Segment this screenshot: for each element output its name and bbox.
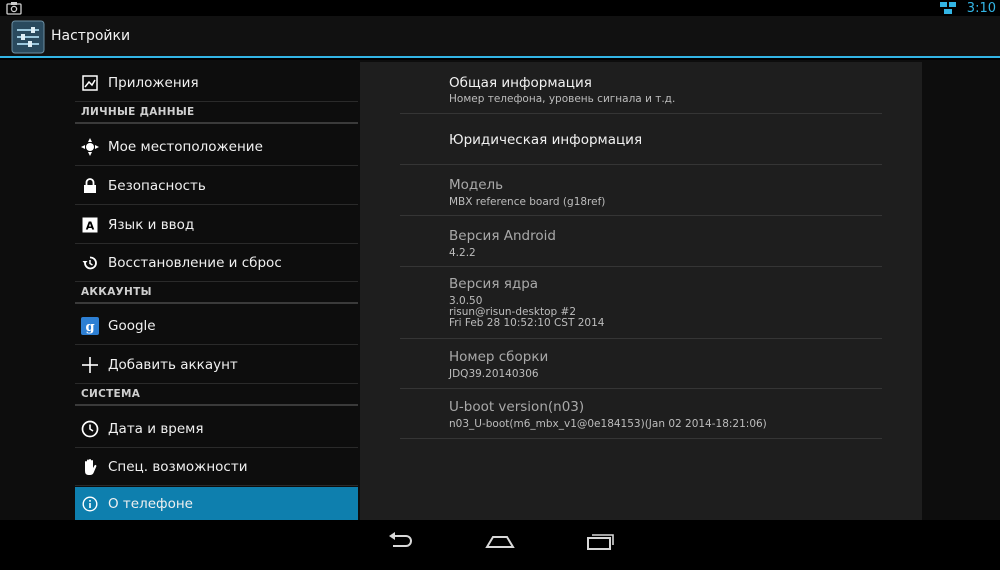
sidebar-item-label: Безопасность xyxy=(108,177,206,194)
back-button[interactable] xyxy=(385,530,415,552)
svg-text:A: A xyxy=(86,220,95,233)
row-title: Номер сборки xyxy=(449,349,549,365)
legal-info-item[interactable]: Юридическая информация xyxy=(400,114,882,165)
restore-icon xyxy=(81,254,99,272)
status-bar: 3:10 xyxy=(0,0,1000,16)
about-phone-panel: Общая информация Номер телефона, уровень… xyxy=(360,62,922,520)
row-title: Юридическая информация xyxy=(449,132,643,148)
row-title: Версия ядра xyxy=(449,276,539,292)
action-bar: Настройки xyxy=(0,16,1000,58)
row-subtitle: Fri Feb 28 10:52:10 CST 2014 xyxy=(449,317,605,329)
sidebar-item-about-phone[interactable]: О телефоне xyxy=(75,487,358,520)
sidebar-item-label: Мое местоположение xyxy=(108,138,263,155)
settings-sliders-icon[interactable] xyxy=(11,20,45,54)
row-subtitle: 4.2.2 xyxy=(449,247,476,259)
sidebar-item-backup-reset[interactable]: Восстановление и сброс xyxy=(75,244,358,282)
row-title: U-boot version(n03) xyxy=(449,399,585,415)
sidebar-item-label: Дата и время xyxy=(108,420,204,437)
row-title: Версия Android xyxy=(449,228,556,244)
plus-icon xyxy=(81,356,99,374)
sidebar-item-label: О телефоне xyxy=(108,495,193,512)
sidebar-item-label: Приложения xyxy=(108,74,199,91)
home-button[interactable] xyxy=(485,530,515,552)
hand-icon xyxy=(81,458,99,476)
sidebar-item-date-time[interactable]: Дата и время xyxy=(75,410,358,448)
svg-text:g: g xyxy=(85,320,94,335)
info-icon xyxy=(81,495,99,513)
status-info-item[interactable]: Общая информация Номер телефона, уровень… xyxy=(400,62,882,114)
row-subtitle: n03_U-boot(m6_mbx_v1@0e184153)(Jan 02 20… xyxy=(449,418,767,430)
sidebar-item-google[interactable]: g Google xyxy=(75,307,358,345)
network-icon xyxy=(939,2,956,14)
row-title: Модель xyxy=(449,177,504,193)
sidebar-item-language[interactable]: A Язык и ввод xyxy=(75,206,358,244)
lock-icon xyxy=(81,177,99,195)
settings-sidebar: Приложения ЛИЧНЫЕ ДАННЫЕ Мое местоположе… xyxy=(75,60,358,520)
row-subtitle: JDQ39.20140306 xyxy=(449,368,539,380)
settings-content: Приложения ЛИЧНЫЕ ДАННЫЕ Мое местоположе… xyxy=(0,60,1000,520)
sidebar-item-security[interactable]: Безопасность xyxy=(75,167,358,205)
location-icon xyxy=(81,138,99,156)
section-header-system: СИСТЕМА xyxy=(75,384,358,406)
screenshot-icon xyxy=(6,2,22,15)
sidebar-item-apps[interactable]: Приложения xyxy=(75,64,358,102)
sidebar-item-label: Восстановление и сброс xyxy=(108,254,282,271)
clock-icon xyxy=(81,420,99,438)
status-clock: 3:10 xyxy=(966,0,996,16)
section-header-accounts: АККАУНТЫ xyxy=(75,282,358,304)
kernel-version-item: Версия ядра 3.0.50 risun@risun-desktop #… xyxy=(400,267,882,339)
sidebar-item-location[interactable]: Мое местоположение xyxy=(75,128,358,166)
sidebar-item-label: Добавить аккаунт xyxy=(108,356,238,373)
sidebar-item-label: Язык и ввод xyxy=(108,216,195,233)
navigation-bar xyxy=(0,520,1000,570)
android-version-item[interactable]: Версия Android 4.2.2 xyxy=(400,216,882,267)
add-account-button[interactable]: Добавить аккаунт xyxy=(75,346,358,384)
page-title: Настройки xyxy=(51,28,131,44)
sidebar-item-label: Google xyxy=(108,317,156,334)
google-icon: g xyxy=(81,317,99,335)
build-number-item[interactable]: Номер сборки JDQ39.20140306 xyxy=(400,339,882,389)
sidebar-item-accessibility[interactable]: Спец. возможности xyxy=(75,448,358,486)
apps-icon xyxy=(81,74,99,92)
row-subtitle: Номер телефона, уровень сигнала и т.д. xyxy=(449,93,676,105)
sidebar-item-label: Спец. возможности xyxy=(108,458,248,475)
recent-apps-button[interactable] xyxy=(585,530,615,552)
uboot-version-item: U-boot version(n03) n03_U-boot(m6_mbx_v1… xyxy=(400,389,882,439)
model-item: Модель MBX reference board (g18ref) xyxy=(400,165,882,216)
section-header-personal: ЛИЧНЫЕ ДАННЫЕ xyxy=(75,102,358,124)
row-subtitle: MBX reference board (g18ref) xyxy=(449,196,606,208)
keyboard-a-icon: A xyxy=(81,216,99,234)
row-title: Общая информация xyxy=(449,75,592,91)
